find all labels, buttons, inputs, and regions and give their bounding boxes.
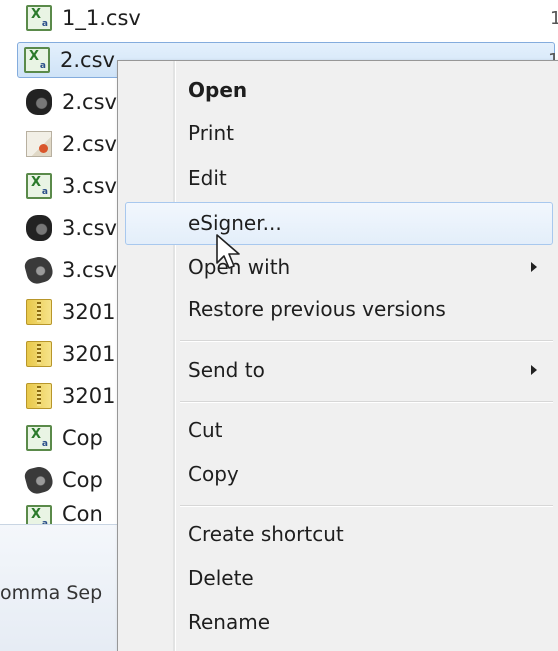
menu-item-print[interactable]: Print (125, 113, 553, 153)
menu-item-copy[interactable]: Copy (125, 454, 553, 494)
csv-file-icon (26, 425, 52, 451)
file-size-fragment: 1 (550, 7, 558, 29)
certificate-file-icon (26, 131, 52, 157)
file-name: 1_1.csv (62, 6, 141, 30)
menu-item-restore-previous-versions[interactable]: Restore previous versions (125, 289, 553, 329)
menu-item-label: Send to (188, 358, 265, 382)
menu-item-delete[interactable]: Delete (125, 558, 553, 598)
file-name: Con (62, 502, 103, 524)
file-name: 3201 (62, 384, 116, 408)
menu-item-esigner[interactable]: eSigner... (125, 202, 553, 245)
menu-item-rename[interactable]: Rename (125, 602, 553, 642)
menu-separator (180, 401, 553, 403)
menu-item-label: Restore previous versions (188, 297, 446, 321)
menu-item-open-with[interactable]: Open with (125, 247, 553, 287)
zip-folder-icon (26, 299, 52, 325)
menu-item-edit[interactable]: Edit (125, 158, 553, 198)
submenu-arrow-icon (531, 262, 537, 272)
menu-item-cut[interactable]: Cut (125, 410, 553, 450)
menu-item-label: Edit (188, 166, 227, 190)
menu-item-label: Copy (188, 462, 239, 486)
file-name: 3.csv (62, 174, 117, 198)
file-row[interactable]: 1_1.csv 1 (20, 0, 558, 36)
media-file-icon-alt (23, 464, 55, 496)
file-name: 2.csv (60, 48, 115, 72)
menu-item-label: Create shortcut (188, 522, 344, 546)
menu-item-send-to[interactable]: Send to (125, 350, 553, 390)
file-name: 2.csv (62, 90, 117, 114)
menu-item-create-shortcut[interactable]: Create shortcut (125, 514, 553, 554)
media-file-icon (26, 215, 52, 241)
file-name: Cop (62, 468, 103, 492)
file-name: 3201 (62, 342, 116, 366)
mouse-pointer-icon (216, 234, 240, 269)
media-file-icon-alt (23, 254, 55, 286)
media-file-icon (26, 89, 52, 115)
menu-item-label: Print (188, 121, 235, 145)
csv-file-icon (26, 5, 52, 31)
file-name: 3.csv (62, 258, 117, 282)
menu-separator (180, 340, 553, 342)
menu-item-label: Cut (188, 418, 223, 442)
menu-separator (180, 505, 553, 507)
file-name: 2.csv (62, 132, 117, 156)
menu-item-open[interactable]: Open (125, 70, 553, 110)
details-file-type: omma Sep (0, 582, 103, 604)
context-menu: Open Print Edit eSigner... Open with Res… (117, 60, 558, 651)
file-name: 3201 (62, 300, 116, 324)
csv-file-icon (24, 47, 50, 73)
zip-folder-icon (26, 341, 52, 367)
menu-item-label: Rename (188, 610, 271, 634)
csv-file-icon (26, 505, 52, 524)
menu-item-label: Delete (188, 566, 254, 590)
csv-file-icon (26, 173, 52, 199)
menu-item-label: Open (188, 78, 248, 102)
submenu-arrow-icon (531, 365, 537, 375)
file-name: 3.csv (62, 216, 117, 240)
zip-folder-icon (26, 383, 52, 409)
file-name: Cop (62, 426, 103, 450)
